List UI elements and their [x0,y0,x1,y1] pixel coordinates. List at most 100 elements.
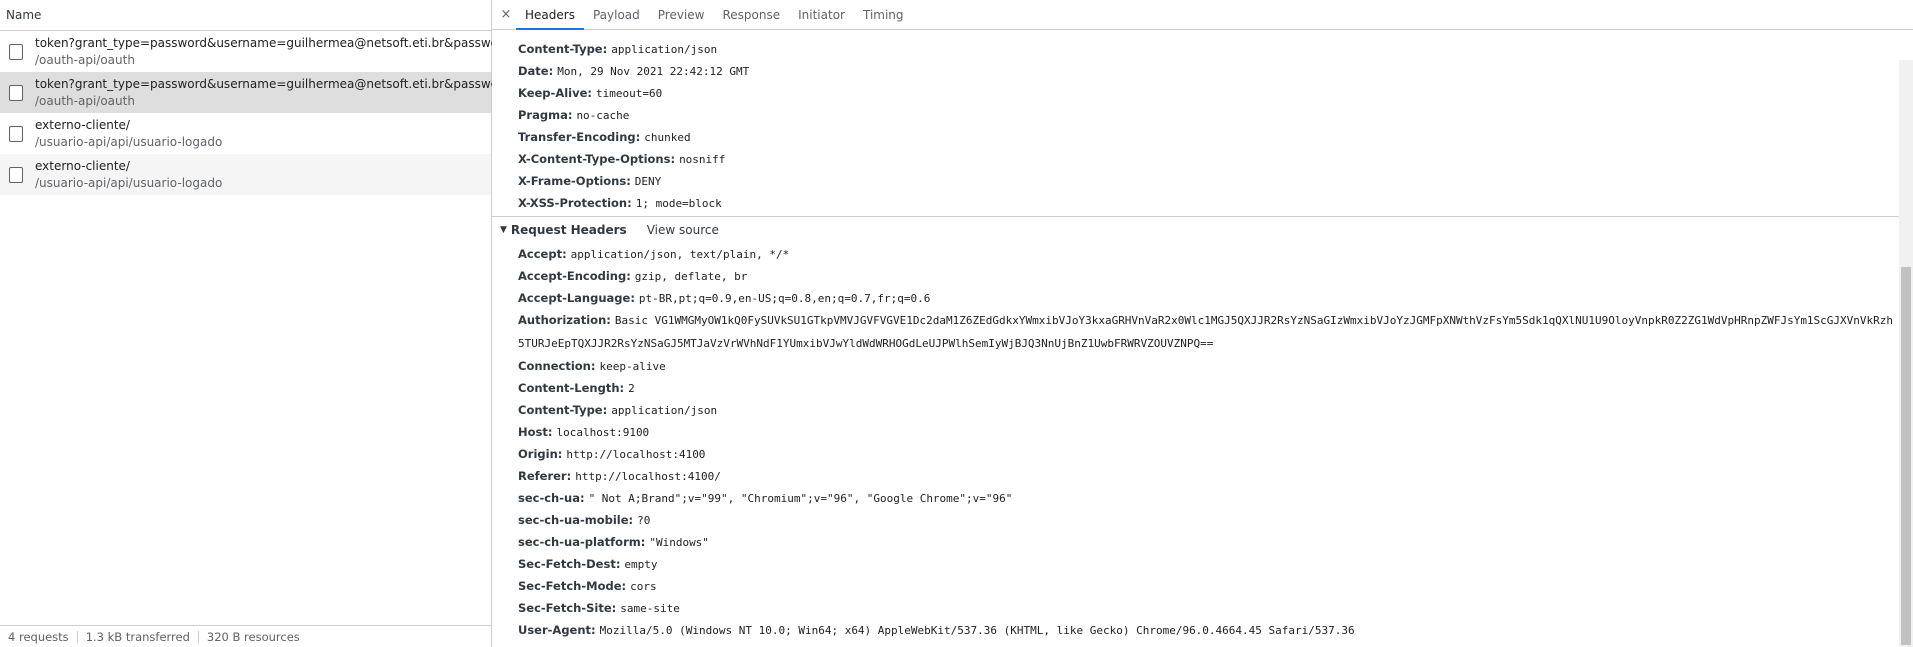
tab-payload[interactable]: Payload [584,0,649,29]
close-details-icon[interactable]: × [496,0,516,29]
tab-response[interactable]: Response [713,0,789,29]
view-source-link[interactable]: View source [647,217,719,243]
header-row: Accept-Language: pt-BR,pt;q=0.9,en-US;q=0… [492,287,1899,309]
resources-size: 320 B resources [206,629,300,644]
header-row: sec-ch-ua-mobile: ?0 [492,509,1899,531]
request-text: externo-cliente/ /usuario-api/api/usuari… [35,117,222,151]
scrollbar-thumb[interactable] [1901,267,1911,645]
header-value: empty [624,558,658,571]
header-key: Transfer-Encoding: [518,130,641,144]
header-row: Sec-Fetch-Dest: empty [492,553,1899,575]
header-value: http://localhost:4100/ [575,470,721,483]
name-column-header[interactable]: Name [0,0,491,31]
header-row: sec-ch-ua-platform: "Windows" [492,531,1899,553]
details-tabbar: × Headers Payload Preview Response Initi… [492,0,1913,30]
header-value: Mon, 29 Nov 2021 22:42:12 GMT [557,65,750,78]
header-row: Date: Mon, 29 Nov 2021 22:42:12 GMT [492,60,1899,82]
header-key: Content-Length: [518,381,625,395]
header-key: Keep-Alive: [518,86,592,100]
header-row: Keep-Alive: timeout=60 [492,82,1899,104]
request-text: token?grant_type=password&username=guilh… [35,35,547,69]
request-list: token?grant_type=password&username=guilh… [0,31,547,195]
request-name: externo-cliente/ [35,117,130,132]
header-key: sec-ch-ua-platform: [518,535,646,549]
vertical-scrollbar[interactable] [1899,60,1913,647]
header-key: Content-Type: [518,403,608,417]
header-row: Pragma: no-cache [492,104,1899,126]
request-text: externo-cliente/ /usuario-api/api/usuari… [35,158,222,192]
header-value: same-site [620,602,680,615]
header-row: Transfer-Encoding: chunked [492,126,1899,148]
header-key: Connection: [518,359,596,373]
header-value: "Windows" [649,536,709,549]
header-row: Content-Length: 2 [492,377,1899,399]
tab-headers[interactable]: Headers [516,0,584,30]
header-value: timeout=60 [596,87,663,100]
header-key: sec-ch-ua: [518,491,585,505]
header-key: sec-ch-ua-mobile: [518,513,634,527]
transferred-size: 1.3 kB transferred [78,630,199,643]
header-key: Sec-Fetch-Dest: [518,557,621,571]
header-key: Pragma: [518,108,573,122]
header-row: Referer: http://localhost:4100/ [492,465,1899,487]
tab-initiator[interactable]: Initiator [789,0,854,29]
header-value: application/json [611,404,718,417]
header-row: Sec-Fetch-Site: same-site [492,597,1899,619]
headers-scroll-area: Content-Type: application/json Date: Mon, 2… [492,30,1899,641]
header-row: Sec-Fetch-Mode: cors [492,575,1899,597]
header-row: Accept-Encoding: gzip, deflate, br [492,265,1899,287]
header-value: cors [630,580,657,593]
header-key: X-Frame-Options: [518,174,631,188]
header-key: Origin: [518,447,563,461]
header-key: Referer: [518,469,572,483]
request-row[interactable]: externo-cliente/ /usuario-api/api/usuari… [0,113,491,154]
header-value: 1; mode=block [635,197,722,210]
request-checkbox[interactable] [9,43,23,60]
header-key: Content-Type: [518,42,608,56]
request-name: externo-cliente/ [35,158,130,173]
request-path: /oauth-api/oauth [35,93,135,108]
request-headers-title: Request Headers [510,223,627,237]
header-value: application/json, text/plain, */* [570,248,790,261]
header-row: Accept: application/json, text/plain, */* [492,243,1899,265]
request-row-selected[interactable]: token?grant_type=password&username=guilh… [0,72,547,113]
header-key: Accept-Encoding: [518,269,631,283]
request-headers-section-header[interactable]: ▼ Request Headers View source [492,216,1899,243]
header-value: gzip, deflate, br [634,270,748,283]
header-value: application/json [611,43,718,56]
request-checkbox[interactable] [9,166,23,183]
header-value: " Not A;Brand";v="99", "Chromium";v="96"… [588,492,1013,505]
header-row: X-XSS-Protection: 1; mode=block [492,192,1899,214]
request-checkbox[interactable] [9,125,23,142]
header-key: X-Content-Type-Options: [518,152,676,166]
tab-preview[interactable]: Preview [649,0,714,29]
request-name: token?grant_type=password&username=guilh… [35,35,548,50]
header-key: X-XSS-Protection: [518,196,632,210]
header-value: nosniff [679,153,726,166]
header-value: ?0 [637,514,651,527]
header-key: Sec-Fetch-Mode: [518,579,627,593]
tab-timing[interactable]: Timing [854,0,913,29]
header-value: 2 [628,382,635,395]
request-list-pane: Name token?grant_type=password&username=… [0,0,547,647]
request-headers-list: Accept: application/json, text/plain, */*… [492,243,1899,641]
header-value: Mozilla/5.0 (Windows NT 10.0; Win64; x64… [599,624,1355,637]
header-value: localhost:9100 [556,426,650,439]
header-key: Host: [518,425,553,439]
header-value: no-cache [576,109,630,122]
header-row: Host: localhost:9100 [492,421,1899,443]
request-name: token?grant_type=password&username=guilh… [35,76,548,91]
name-column-label: Name [6,8,42,22]
header-row: User-Agent: Mozilla/5.0 (Windows NT 10.0;… [492,619,1899,641]
request-count: 4 requests [0,630,78,643]
header-value: keep-alive [599,360,666,373]
header-key: User-Agent: [518,623,596,637]
request-path: /usuario-api/api/usuario-logado [35,134,223,149]
request-checkbox[interactable] [9,84,23,101]
header-value: pt-BR,pt;q=0.9,en-US;q=0.8,en;q=0.7,fr;q… [638,292,931,305]
request-row[interactable]: token?grant_type=password&username=guilh… [0,31,547,72]
request-row[interactable]: externo-cliente/ /usuario-api/api/usuari… [0,154,491,195]
collapse-triangle-icon[interactable]: ▼ [500,217,507,243]
header-row: Origin: http://localhost:4100 [492,443,1899,465]
header-row: Content-Type: application/json [492,38,1899,60]
